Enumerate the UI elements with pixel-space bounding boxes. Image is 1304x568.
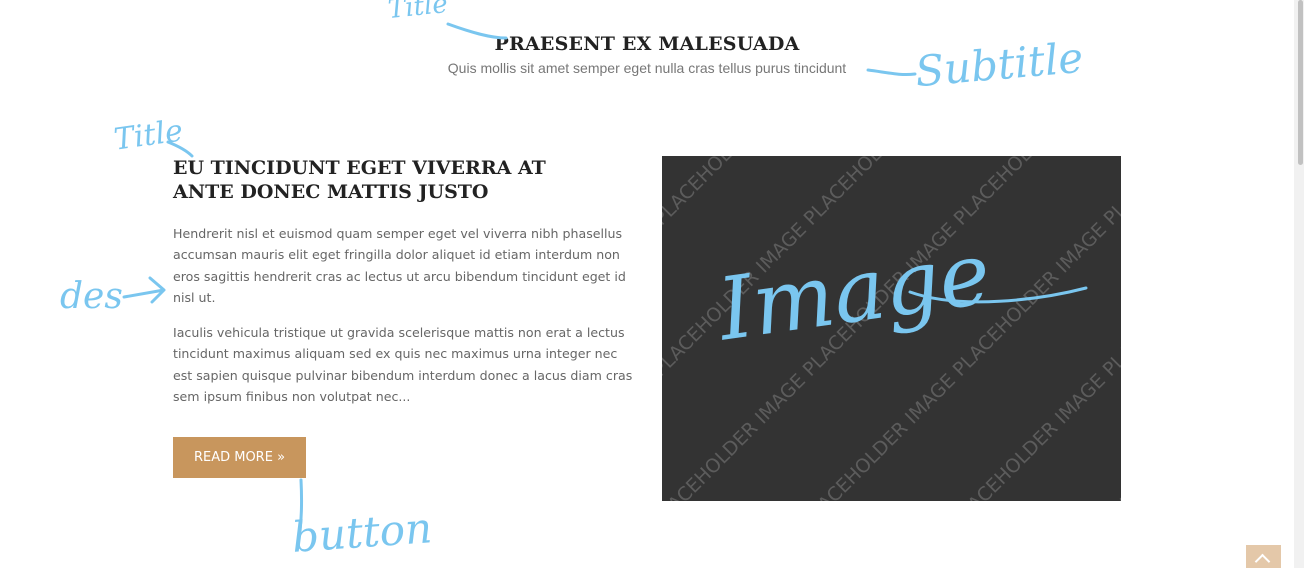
article-description-2: Iaculis vehicula tristique ut gravida sc… xyxy=(173,325,633,405)
annotation-button: button xyxy=(290,503,434,562)
article-title: EU TINCIDUNT EGET VIVERRA AT ANTE DONEC … xyxy=(173,157,546,203)
page: PRAESENT EX MALESUADA Quis mollis sit am… xyxy=(0,0,1304,568)
annotation-description: des xyxy=(60,276,123,317)
section-subtitle: Quis mollis sit amet semper eget nulla c… xyxy=(447,60,847,76)
page-scrollbar[interactable] xyxy=(1294,0,1304,568)
placeholder-image: IMAGE PLACEHOLDER IMAGE PLACEHOLDER IMAG… xyxy=(662,156,1121,501)
annotation-article-title-pointer xyxy=(166,140,194,158)
section-title: PRAESENT EX MALESUADA xyxy=(494,33,800,55)
article-description: Hendrerit nisl et euismod quam semper eg… xyxy=(173,226,626,306)
annotation-article-title: Title xyxy=(111,113,186,158)
read-more-button[interactable]: READ MORE » xyxy=(173,437,306,478)
scrollbar-thumb[interactable] xyxy=(1298,0,1303,165)
annotation-title: Title xyxy=(386,0,450,26)
placeholder-image-svg: IMAGE PLACEHOLDER IMAGE PLACEHOLDER IMAG… xyxy=(662,156,1121,501)
back-to-top-button[interactable] xyxy=(1246,545,1281,568)
annotation-description-arrow xyxy=(122,276,166,304)
annotation-button-pointer xyxy=(296,478,304,550)
watermark-pattern: IMAGE PLACEHOLDER IMAGE PLACEHOLDER IMAG… xyxy=(662,156,1121,501)
